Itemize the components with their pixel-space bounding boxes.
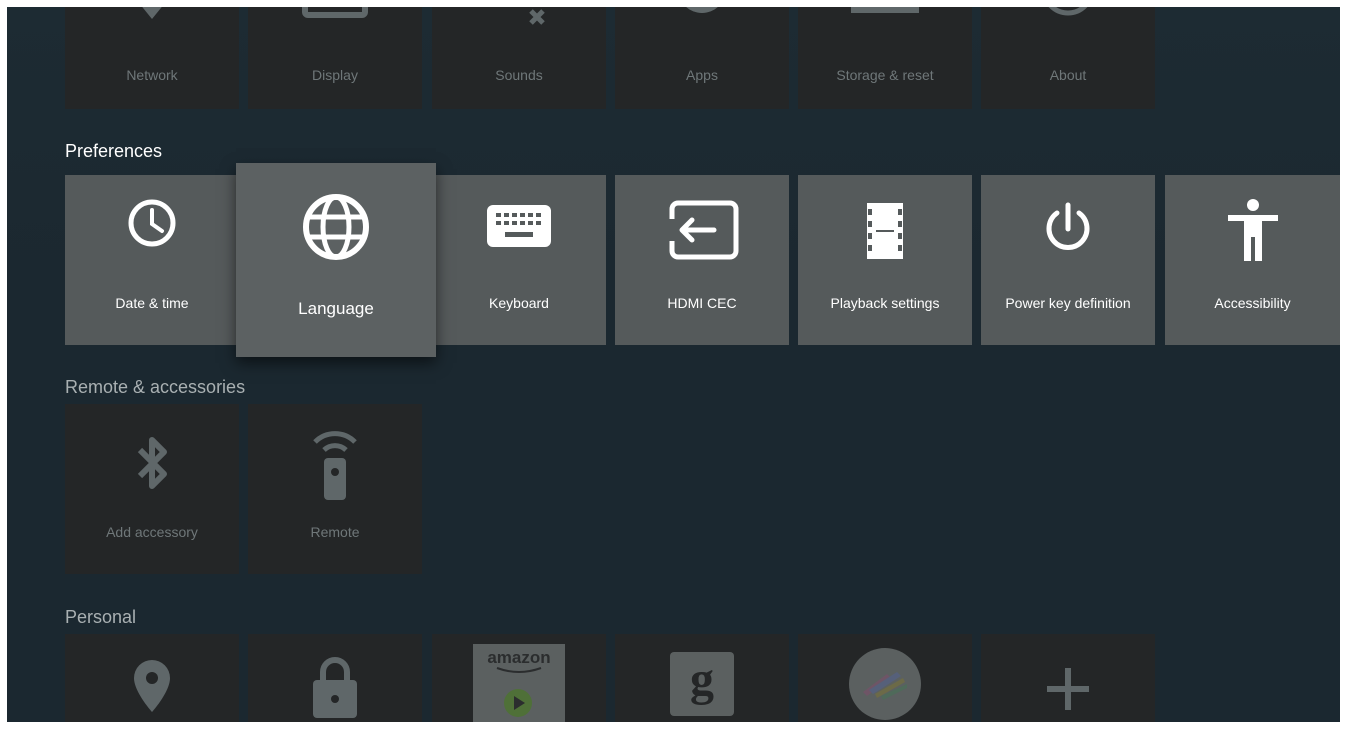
section-title-remote-accessories: Remote & accessories xyxy=(65,377,246,397)
tile-label: Display xyxy=(312,67,358,83)
tile-label: Language xyxy=(298,299,374,318)
app-logo-icon xyxy=(798,646,972,722)
amazon-video-icon: amazon xyxy=(473,644,565,722)
accessibility-icon xyxy=(1165,197,1340,263)
tile-label: Remote xyxy=(310,524,360,540)
remote-icon xyxy=(248,420,422,502)
tile-display[interactable]: Display xyxy=(248,7,422,109)
info-icon xyxy=(981,7,1155,27)
tile-label: Apps xyxy=(686,67,718,83)
tile-storage-reset[interactable]: Storage & reset xyxy=(798,7,972,109)
storage-icon xyxy=(798,7,972,27)
tile-add[interactable] xyxy=(981,634,1155,722)
tile-app-logo[interactable] xyxy=(798,634,972,722)
tile-label: Power key definition xyxy=(1005,295,1131,311)
tile-label: Playback settings xyxy=(830,295,940,311)
clock-icon xyxy=(65,197,239,249)
bluetooth-icon xyxy=(65,432,239,494)
tile-power-key-definition[interactable]: Power key definition xyxy=(981,175,1155,345)
google-icon: g xyxy=(670,652,734,716)
tile-label: HDMI CEC xyxy=(667,295,737,311)
power-icon xyxy=(981,201,1155,257)
section-title-personal: Personal xyxy=(65,607,137,627)
tile-keyboard[interactable]: Keyboard xyxy=(432,175,606,345)
tile-security[interactable] xyxy=(248,634,422,722)
input-icon xyxy=(615,199,789,261)
tile-add-accessory[interactable]: Add accessory xyxy=(65,404,239,574)
tile-label: Accessibility xyxy=(1214,295,1291,311)
tile-label: Keyboard xyxy=(489,295,549,311)
location-icon xyxy=(65,658,239,714)
tile-network[interactable]: Network xyxy=(65,7,239,109)
apps-icon xyxy=(615,7,789,27)
google-logo-text: g xyxy=(690,653,714,706)
tile-google[interactable]: g xyxy=(615,634,789,722)
keyboard-icon xyxy=(432,203,606,249)
film-icon xyxy=(798,201,972,261)
display-icon xyxy=(248,7,422,27)
amazon-video-logo: amazon xyxy=(432,644,606,722)
tile-label: Network xyxy=(126,67,178,83)
lock-icon xyxy=(248,654,422,720)
tile-amazon-video[interactable]: amazon xyxy=(432,634,606,722)
tile-accessibility[interactable]: Accessibility xyxy=(1165,175,1340,345)
tile-apps[interactable]: Apps xyxy=(615,7,789,109)
tile-label: Date & time xyxy=(115,295,189,311)
tile-hdmi-cec[interactable]: HDMI CEC xyxy=(615,175,789,345)
globe-icon xyxy=(236,191,436,263)
section-title-preferences: Preferences xyxy=(65,141,163,161)
tile-label: About xyxy=(1049,67,1087,83)
tile-label: Storage & reset xyxy=(836,67,934,83)
tile-label: Add accessory xyxy=(106,524,198,540)
sound-mute-icon xyxy=(432,7,606,27)
tile-language[interactable]: Language xyxy=(236,163,436,357)
tile-sounds[interactable]: Sounds xyxy=(432,7,606,109)
tile-label: Sounds xyxy=(495,67,543,83)
amazon-logo-text: amazon xyxy=(487,648,551,667)
add-icon xyxy=(981,664,1155,714)
settings-screen: Network Display Sounds Apps Storage & re… xyxy=(7,7,1340,722)
tile-about[interactable]: About xyxy=(981,7,1155,109)
google-logo: g xyxy=(615,652,789,716)
wifi-icon xyxy=(65,7,239,27)
tile-remote[interactable]: Remote xyxy=(248,404,422,574)
tile-location[interactable] xyxy=(65,634,239,722)
tile-playback-settings[interactable]: Playback settings xyxy=(798,175,972,345)
tile-date-time[interactable]: Date & time xyxy=(65,175,239,345)
